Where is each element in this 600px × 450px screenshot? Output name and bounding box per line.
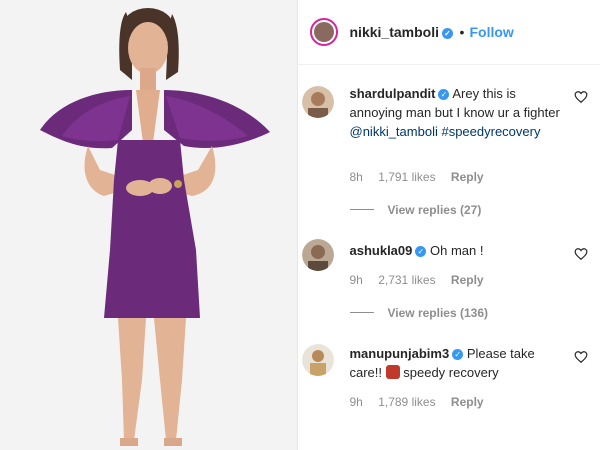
avatar-image xyxy=(301,86,334,118)
commenter-avatar[interactable] xyxy=(301,239,334,271)
comment-time: 9h xyxy=(349,395,363,409)
comment-likes[interactable]: 1,791 likes xyxy=(378,170,435,184)
author-avatar[interactable] xyxy=(309,18,338,46)
commenter-username[interactable]: manupunjabim3 xyxy=(350,346,450,361)
comments-panel: nikki_tamboli ✓ • Follow shardulpandit ✓ A… xyxy=(297,0,600,450)
reply-button[interactable]: Reply xyxy=(451,395,484,409)
verified-badge-icon: ✓ xyxy=(452,349,464,360)
commenter-username[interactable]: shardulpandit xyxy=(350,86,436,101)
comment-item: ashukla09 ✓ Oh man ! 9h 2,731 likes Reply… xyxy=(298,237,600,332)
comment-meta: 9h 1,789 likes Reply xyxy=(350,395,496,409)
comment-text: shardulpandit ✓ Arey this is annoying man… xyxy=(350,84,568,141)
commenter-avatar[interactable] xyxy=(301,86,334,118)
post-photo[interactable] xyxy=(0,0,298,450)
reply-button[interactable]: Reply xyxy=(451,170,484,184)
heart-icon[interactable] xyxy=(574,90,588,104)
follow-button[interactable]: Follow xyxy=(470,24,514,40)
comment-hashtag[interactable]: #speedyrecovery xyxy=(441,124,540,139)
post-header: nikki_tamboli ✓ • Follow xyxy=(297,0,600,65)
author-username[interactable]: nikki_tamboli ✓ xyxy=(350,24,453,40)
avatar-image xyxy=(301,344,334,376)
comment-item: manupunjabim3 ✓ Please take care!! speedy… xyxy=(298,340,600,420)
header-separator: • xyxy=(459,24,465,40)
comment-text: ashukla09 ✓ Oh man ! xyxy=(350,241,568,260)
comment-meta: 9h 2,731 likes Reply xyxy=(350,273,496,287)
verified-badge-icon: ✓ xyxy=(441,28,453,39)
comment-time: 8h xyxy=(349,170,363,184)
comment-body: Oh man ! xyxy=(430,243,484,258)
verified-badge-icon: ✓ xyxy=(438,89,450,100)
comment-time: 9h xyxy=(349,273,363,287)
view-replies-button[interactable]: View replies (27) xyxy=(349,203,482,217)
comment-mention[interactable]: @nikki_tamboli xyxy=(350,124,438,139)
view-replies-label[interactable]: View replies (136) xyxy=(388,306,489,320)
author-username-text[interactable]: nikki_tamboli xyxy=(350,24,439,40)
avatar-image xyxy=(301,239,334,271)
view-replies-label[interactable]: View replies (27) xyxy=(388,203,482,217)
emoji-icon xyxy=(385,365,400,379)
heart-icon[interactable] xyxy=(574,350,588,364)
comment-likes[interactable]: 2,731 likes xyxy=(378,273,435,287)
comment-item: shardulpandit ✓ Arey this is annoying man… xyxy=(298,80,600,230)
comment-text: manupunjabim3 ✓ Please take care!! speedy… xyxy=(350,344,568,382)
comment-likes[interactable]: 1,789 likes xyxy=(378,395,435,409)
comment-body-continued: speedy recovery xyxy=(403,365,499,380)
commenter-username[interactable]: ashukla09 xyxy=(350,243,413,258)
view-replies-button[interactable]: View replies (136) xyxy=(349,306,489,320)
commenter-avatar[interactable] xyxy=(301,344,334,376)
reply-button[interactable]: Reply xyxy=(451,273,484,287)
woman-in-purple-dress-image xyxy=(0,0,297,450)
comment-meta: 8h 1,791 likes Reply xyxy=(350,170,496,184)
heart-icon[interactable] xyxy=(574,247,588,261)
verified-badge-icon: ✓ xyxy=(415,246,427,257)
